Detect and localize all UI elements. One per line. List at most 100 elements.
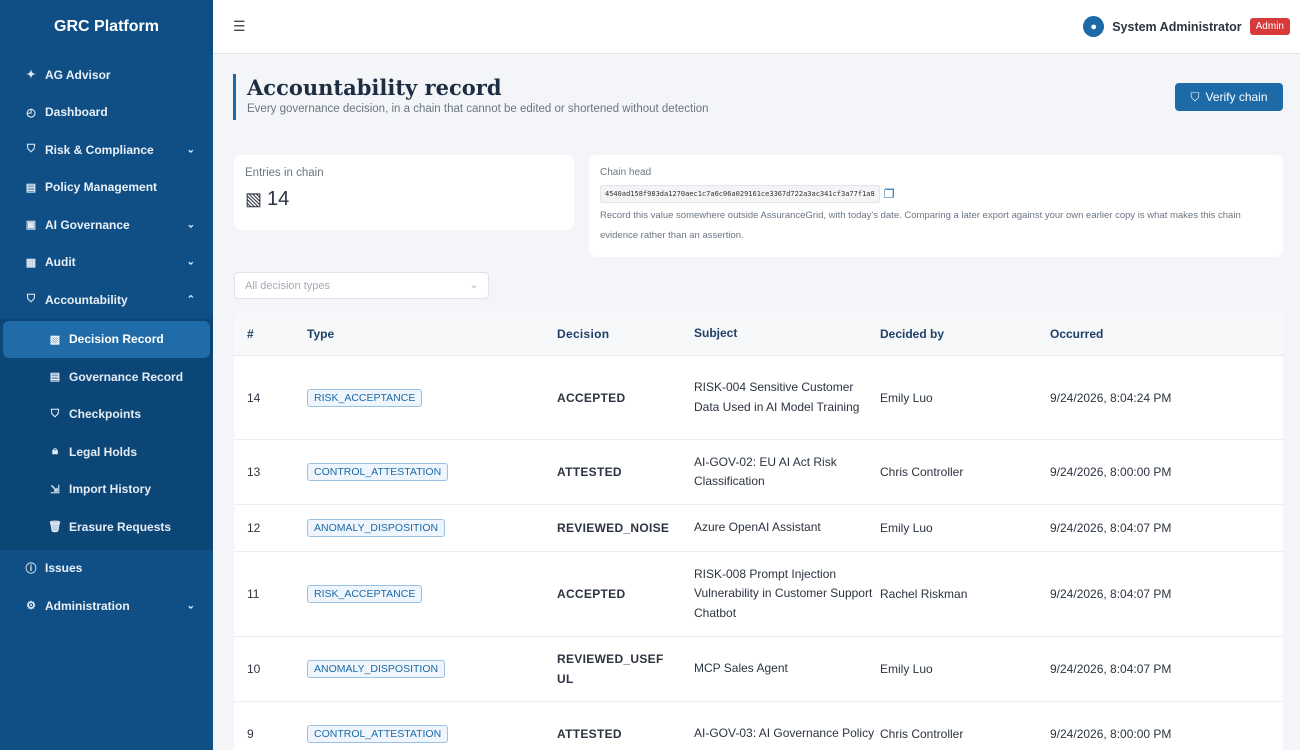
sidebar-item-legal-holds[interactable]: 🔒︎ Legal Holds — [3, 433, 210, 471]
sidebar-item-import-history[interactable]: ⇲ Import History — [3, 471, 210, 509]
row-num: 11 — [247, 587, 260, 601]
chevron-down-icon: ⌄ — [186, 256, 195, 268]
sidebar-item-ai-governance[interactable]: ▣ AI Governance ⌄ — [0, 206, 213, 244]
sidebar-item-governance-record[interactable]: ▤ Governance Record — [3, 358, 210, 396]
row-decided-by: Chris Controller — [880, 465, 964, 479]
shield-check-icon: ⛉ — [50, 407, 60, 420]
sidebar-item-risk-compliance[interactable]: ⛉ Risk & Compliance ⌄ — [0, 131, 213, 169]
menu-toggle-icon[interactable]: ☰ — [233, 18, 246, 35]
sidebar-item-issues[interactable]: ⓘ Issues — [0, 550, 213, 588]
sidebar-item-checkpoints[interactable]: ⛉ Checkpoints — [3, 396, 210, 434]
row-decision: ATTESTED — [557, 727, 622, 741]
hash-row: 4540ad158f983da1270aec1c7a6c06a029161ce3… — [600, 185, 1272, 203]
row-occurred: 9/24/2026, 8:04:07 PM — [1050, 587, 1172, 601]
table-row[interactable]: 12 ANOMALY_DISPOSITION REVIEWED_NOISE Az… — [234, 505, 1283, 552]
sidebar-item-administration[interactable]: ⚙ Administration ⌄ — [0, 587, 213, 625]
sidebar-item-accountability[interactable]: ⛉ Accountability ⌃ — [0, 281, 213, 319]
row-decision: REVIEWED_NOISE — [557, 521, 670, 535]
type-tag: ANOMALY_DISPOSITION — [307, 660, 446, 678]
sidebar: GRC Platform ✦ AG Advisor ◴ Dashboard ⛉ … — [0, 0, 213, 750]
user-menu[interactable]: ● System Administrator Admin — [1083, 16, 1290, 37]
entries-label: Entries in chain — [245, 167, 324, 179]
sidebar-item-audit[interactable]: ▦ Audit ⌄ — [0, 244, 213, 282]
col-header: Decided by — [880, 327, 945, 341]
sidebar-item-label: Administration — [45, 598, 130, 613]
sidebar-item-label: Import History — [69, 482, 152, 497]
sidebar-item-erasure-requests[interactable]: 🗑︎ Erasure Requests — [3, 508, 210, 546]
audit-icon: ▦ — [25, 256, 37, 269]
role-badge: Admin — [1249, 18, 1290, 35]
type-tag: RISK_ACCEPTANCE — [307, 585, 423, 603]
row-decided-by: Rachel Riskman — [880, 587, 968, 601]
row-decision: ACCEPTED — [557, 390, 626, 405]
row-num: 13 — [247, 465, 261, 479]
sparkle-icon: ✦ — [26, 69, 36, 82]
sidebar-item-ag-advisor[interactable]: ✦ AG Advisor — [0, 56, 213, 94]
row-subject: MCP Sales Agent — [694, 661, 788, 676]
row-num: 12 — [247, 521, 261, 535]
col-header: Decision — [557, 327, 610, 341]
sidebar-item-label: AI Governance — [45, 217, 130, 232]
sidebar-item-label: Checkpoints — [69, 407, 142, 422]
sidebar-item-label: AG Advisor — [45, 67, 111, 82]
row-num: 9 — [247, 727, 254, 741]
sidebar-item-policy-management[interactable]: ▤ Policy Management — [0, 169, 213, 207]
lock-icon: 🔒︎ — [52, 445, 58, 458]
chevron-down-icon: ⌄ — [186, 144, 195, 156]
sidebar-item-dashboard[interactable]: ◴ Dashboard — [0, 94, 213, 132]
row-decision: ACCEPTED — [557, 587, 626, 601]
col-header: Type — [307, 327, 335, 341]
row-decided-by: Emily Luo — [880, 662, 933, 676]
import-icon: ⇲ — [50, 483, 60, 496]
row-subject: AI-GOV-03: AI Governance Policy — [694, 726, 875, 741]
decision-type-filter[interactable]: All decision types ⌄ — [234, 272, 489, 299]
type-tag: ANOMALY_DISPOSITION — [307, 519, 446, 537]
type-tag: CONTROL_ATTESTATION — [307, 463, 449, 481]
row-occurred: 9/24/2026, 8:04:07 PM — [1050, 521, 1172, 535]
sidebar-item-decision-record[interactable]: ▧ Decision Record — [3, 320, 210, 358]
entries-value-row: ▧ 14 — [245, 188, 563, 211]
document-icon: ▤ — [25, 181, 37, 194]
row-num: 14 — [247, 390, 261, 405]
user-avatar-icon: ● — [1083, 16, 1105, 37]
col-header: Occurred — [1050, 327, 1104, 341]
verify-chain-label: Verify chain — [1205, 90, 1268, 104]
document-icon: ▤ — [49, 371, 61, 384]
page-header: Accountability record Every governance d… — [233, 74, 709, 120]
chevron-down-icon: ⌄ — [186, 600, 195, 612]
chevron-down-icon: ⌄ — [469, 280, 478, 291]
table-row[interactable]: 11 RISK_ACCEPTANCE ACCEPTED RISK-008 Pro… — [234, 552, 1283, 637]
sidebar-item-label: Legal Holds — [69, 444, 138, 459]
user-name: System Administrator — [1112, 19, 1242, 34]
record-icon: ▧ — [49, 333, 61, 346]
table-row[interactable]: 10 ANOMALY_DISPOSITION REVIEWED_USEFUL M… — [234, 637, 1283, 702]
shield-check-icon: ⛉ — [1190, 89, 1200, 104]
table-row[interactable]: 9 CONTROL_ATTESTATION ATTESTED AI-GOV-03… — [234, 702, 1283, 750]
row-occurred: 9/24/2026, 8:00:00 PM — [1050, 465, 1172, 479]
row-decision: ATTESTED — [557, 465, 622, 479]
row-decided-by: Emily Luo — [880, 390, 933, 405]
verify-chain-button[interactable]: ⛉ Verify chain — [1175, 83, 1283, 111]
entries-count: 14 — [267, 188, 290, 210]
copy-icon[interactable]: ❐ — [884, 187, 895, 201]
sidebar-item-label: Audit — [45, 255, 76, 270]
sidebar-item-label: Issues — [45, 561, 83, 576]
filter-placeholder: All decision types — [245, 279, 330, 292]
app-title: GRC Platform — [54, 18, 159, 35]
sidebar-nav: ✦ AG Advisor ◴ Dashboard ⛉ Risk & Compli… — [0, 54, 213, 625]
row-subject: AI-GOV-02: EU AI Act Risk Classification — [694, 454, 837, 489]
row-decided-by: Emily Luo — [880, 521, 933, 535]
table-header: # Type Decision Subject Decided by Occur… — [234, 313, 1283, 356]
sidebar-item-label: Risk & Compliance — [45, 142, 154, 157]
row-subject: RISK-004 Sensitive Customer Data Used in… — [694, 380, 860, 414]
shield-icon: ⛉ — [26, 143, 36, 156]
decision-table: # Type Decision Subject Decided by Occur… — [234, 313, 1283, 750]
trash-icon: 🗑︎ — [48, 521, 62, 534]
table-row[interactable]: 14 RISK_ACCEPTANCE ACCEPTED RISK-004 Sen… — [234, 356, 1283, 440]
sidebar-item-label: Dashboard — [45, 105, 108, 120]
row-subject: RISK-008 Prompt Injection Vulnerability … — [694, 566, 873, 620]
accountability-subnav: ▧ Decision Record ▤ Governance Record ⛉ … — [0, 318, 213, 550]
gear-icon: ⚙ — [26, 600, 36, 613]
table-row[interactable]: 13 CONTROL_ATTESTATION ATTESTED AI-GOV-0… — [234, 440, 1283, 505]
ai-chip-icon: ▣ — [25, 219, 37, 232]
